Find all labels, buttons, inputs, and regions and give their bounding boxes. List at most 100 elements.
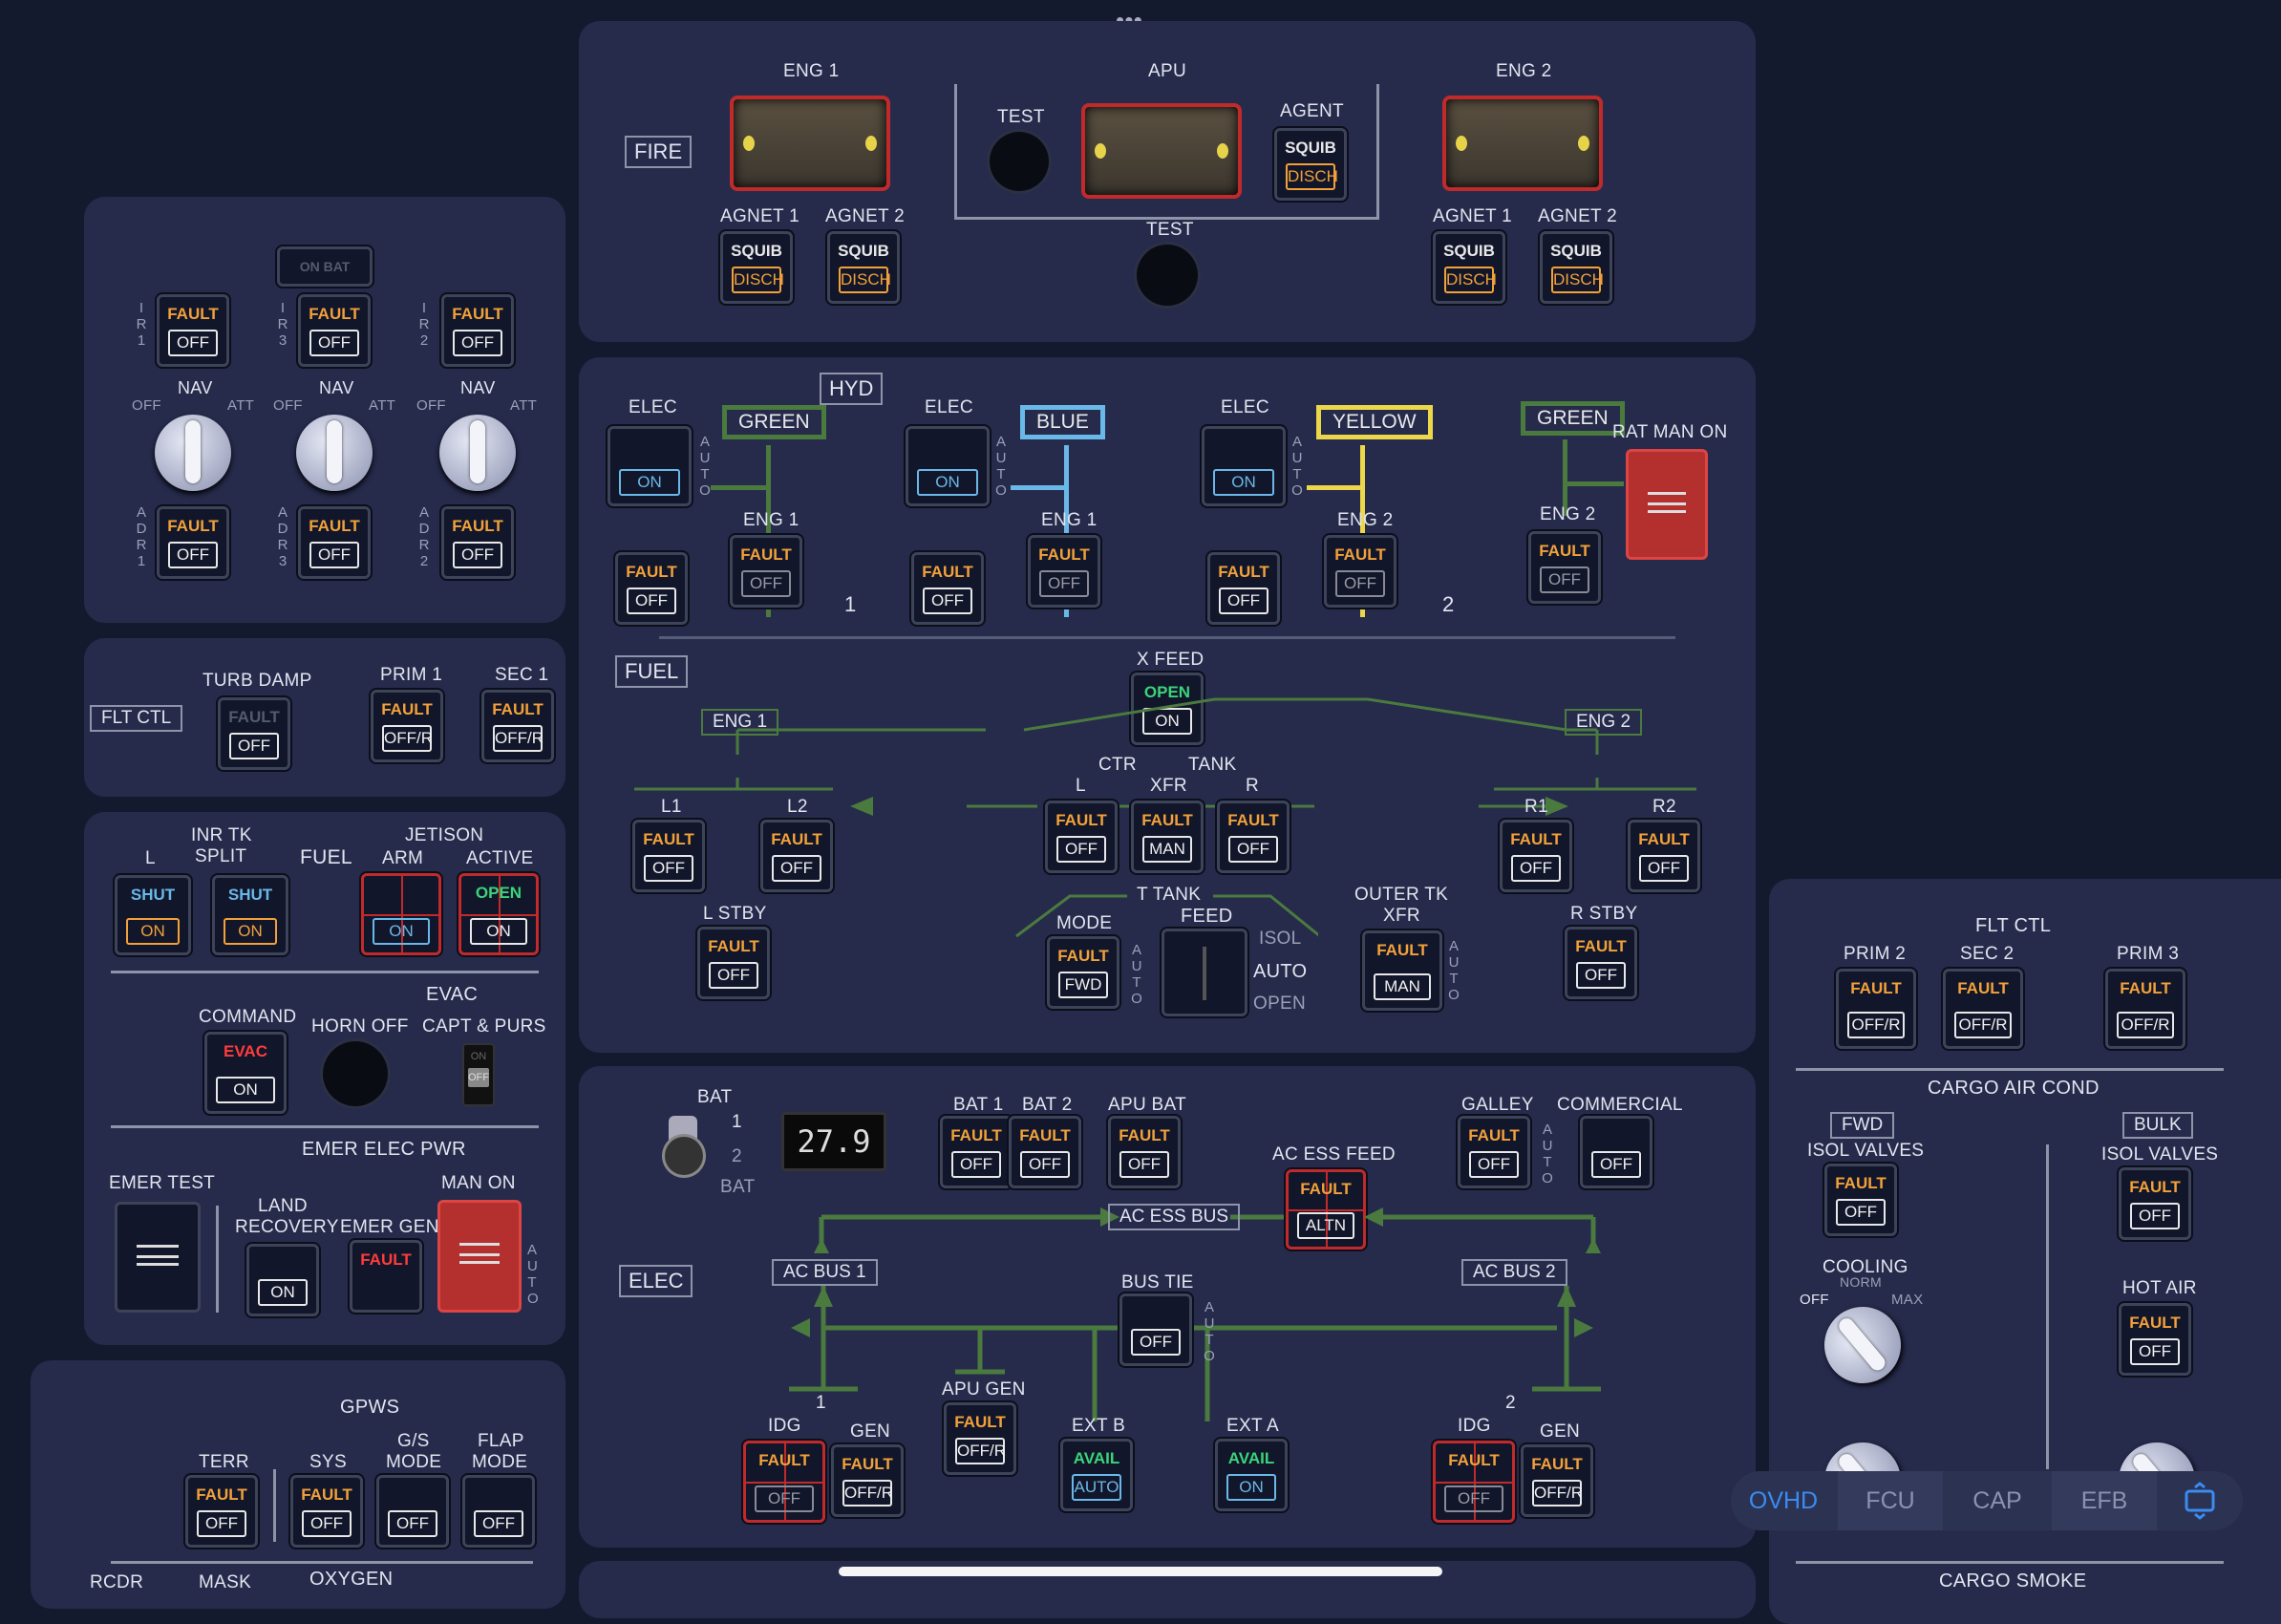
eng1-agent1-button[interactable]: SQUIB DISCH <box>720 231 793 304</box>
off-text: OFF <box>951 1151 1001 1178</box>
ir3-mode-selector-knob[interactable] <box>296 415 373 491</box>
hot-air-button[interactable]: FAULT OFF <box>2119 1303 2191 1376</box>
hyd-elec-green-fault-button[interactable]: FAULT OFF <box>615 552 688 625</box>
squib-text: SQUIB <box>1443 242 1495 260</box>
fuel-l2-button[interactable]: FAULT OFF <box>760 820 833 892</box>
gpws-gs-mode-button[interactable]: OFF <box>376 1475 449 1548</box>
divider-8 <box>1796 1561 2224 1564</box>
tab-cap[interactable]: CAP <box>1945 1471 2050 1530</box>
jetison-arm-button[interactable]: ON <box>361 873 441 955</box>
ext-a-button[interactable]: AVAIL ON <box>1215 1439 1288 1511</box>
divider-4 <box>273 1469 276 1542</box>
tab-efb[interactable]: EFB <box>2052 1471 2157 1530</box>
hyd-elec-yellow-fault-button[interactable]: FAULT OFF <box>1207 552 1280 625</box>
apu-test-button[interactable] <box>990 132 1049 191</box>
ir2-mode-selector-knob[interactable] <box>439 415 516 491</box>
eng1-agent2-button[interactable]: SQUIB DISCH <box>827 231 900 304</box>
ir1-button[interactable]: FAULT OFF <box>157 294 229 367</box>
fuel-ctr-l-button[interactable]: FAULT OFF <box>1045 801 1118 873</box>
fuel-r1-button[interactable]: FAULT OFF <box>1500 820 1572 892</box>
hyd-elec-blue-fault-button[interactable]: FAULT OFF <box>911 552 984 625</box>
apu-bat-button[interactable]: FAULT OFF <box>1108 1116 1181 1188</box>
idg1-button[interactable]: FAULT OFF <box>743 1441 825 1523</box>
bat2-button[interactable]: FAULT OFF <box>1009 1116 1081 1188</box>
fwd-text: FWD <box>1058 972 1108 998</box>
prim3-button[interactable]: FAULT OFF/R <box>2105 969 2185 1049</box>
hyd-elec-blue-button[interactable]: ON <box>906 426 990 506</box>
fuel-r-stby-button[interactable]: FAULT OFF <box>1565 927 1637 999</box>
prim2-button[interactable]: FAULT OFF/R <box>1836 969 1916 1049</box>
apu-gen-button[interactable]: FAULT OFF/R <box>944 1402 1016 1475</box>
land-recovery-button[interactable]: ON <box>246 1244 319 1316</box>
tab-fcu[interactable]: FCU <box>1838 1471 1943 1530</box>
horn-off-button[interactable] <box>323 1041 388 1106</box>
squib-text: SQUIB <box>1550 242 1602 260</box>
gpws-terr-button[interactable]: FAULT OFF <box>185 1475 258 1548</box>
bus-tie-button[interactable]: OFF <box>1119 1293 1192 1366</box>
eng2-agent1-button[interactable]: SQUIB DISCH <box>1433 231 1505 304</box>
ext-b-button[interactable]: AVAIL AUTO <box>1060 1439 1133 1511</box>
jetison-active-button[interactable]: OPEN ON <box>458 873 539 955</box>
eng2-fire-handle[interactable] <box>1442 96 1603 191</box>
adr1-button[interactable]: FAULT OFF <box>157 506 229 579</box>
bat1-button[interactable]: FAULT OFF <box>940 1116 1013 1188</box>
fuel-ctr-xfr-button[interactable]: FAULT MAN <box>1131 801 1204 873</box>
eng2-agent2-button[interactable]: SQUIB DISCH <box>1540 231 1612 304</box>
hyd-elec-yellow-button[interactable]: ON <box>1202 426 1286 506</box>
home-indicator[interactable] <box>839 1567 1442 1576</box>
hyd-elec-green-button[interactable]: ON <box>608 426 692 506</box>
fuel-r2-button[interactable]: FAULT OFF <box>1628 820 1700 892</box>
off-text: OFF <box>453 542 502 568</box>
gpws-title: GPWS <box>340 1397 400 1418</box>
inr-tk-split-button[interactable]: SHUT ON <box>212 875 288 955</box>
adr3-label: ADR3 <box>277 504 288 569</box>
emer-test-button[interactable] <box>115 1202 201 1313</box>
fuel-l1-button[interactable]: FAULT OFF <box>632 820 705 892</box>
inr-tk-l-button[interactable]: SHUT ON <box>115 875 191 955</box>
evac-command-button[interactable]: EVAC ON <box>204 1032 287 1114</box>
adr3-button[interactable]: FAULT OFF <box>298 506 371 579</box>
bulk-isol-valves-button[interactable]: FAULT OFF <box>2119 1167 2191 1240</box>
gen1-button[interactable]: FAULT OFF/R <box>831 1444 904 1517</box>
fwd-isol-valves-button[interactable]: FAULT OFF <box>1824 1164 1897 1236</box>
idg2-button[interactable]: FAULT OFF <box>1433 1441 1515 1523</box>
panel-tab-bar: OVHD FCU CAP EFB <box>1731 1471 2243 1530</box>
apu-agent-button[interactable]: SQUIB DISCH <box>1274 128 1347 201</box>
capt-purs-switch[interactable]: ON OFF <box>462 1043 495 1106</box>
t-tank-feed-selector[interactable] <box>1162 929 1247 1016</box>
gs-label: G/S <box>397 1431 430 1451</box>
adr2-button[interactable]: FAULT OFF <box>441 506 514 579</box>
fuel-l-stby-button[interactable]: FAULT OFF <box>697 927 770 999</box>
tab-ovhd[interactable]: OVHD <box>1731 1471 1836 1530</box>
commercial-button[interactable]: OFF <box>1580 1116 1652 1188</box>
sec2-button[interactable]: FAULT OFF/R <box>1943 969 2023 1049</box>
outer-tk-xfr-button[interactable]: FAULT MAN <box>1362 930 1442 1011</box>
sec1-button[interactable]: FAULT OFF/R <box>481 690 554 762</box>
apu-fire-handle[interactable] <box>1081 103 1242 199</box>
hyd-eng1-green-button[interactable]: FAULT OFF <box>730 535 802 608</box>
off-text: OFF <box>627 588 676 614</box>
eng-test-button[interactable] <box>1137 245 1198 306</box>
turb-damp-button[interactable]: FAULT OFF <box>218 697 290 770</box>
gen2-button[interactable]: FAULT OFF/R <box>1521 1444 1593 1517</box>
rat-man-on-button[interactable] <box>1626 449 1708 560</box>
hyd-eng1-blue-button[interactable]: FAULT OFF <box>1028 535 1100 608</box>
galley-button[interactable]: FAULT OFF <box>1458 1116 1530 1188</box>
emer-man-on-button[interactable] <box>437 1200 522 1313</box>
expand-icon[interactable] <box>2157 1471 2243 1530</box>
eng1-fire-handle[interactable] <box>730 96 890 191</box>
hyd-eng2-yellow-button[interactable]: FAULT OFF <box>1324 535 1396 608</box>
ir1-mode-selector-knob[interactable] <box>155 415 231 491</box>
arm-label: ARM <box>382 848 424 868</box>
t-tank-mode-button[interactable]: FAULT FWD <box>1047 936 1119 1009</box>
bat-1-label: 1 <box>732 1112 742 1132</box>
prim1-button[interactable]: FAULT OFF/R <box>371 690 443 762</box>
gpws-sys-button[interactable]: FAULT OFF <box>290 1475 363 1548</box>
bat-selector-switch[interactable] <box>665 1116 713 1179</box>
gpws-flap-mode-button[interactable]: OFF <box>462 1475 535 1548</box>
hyd-eng2-green-button[interactable]: FAULT OFF <box>1528 531 1601 604</box>
ir2-button[interactable]: FAULT OFF <box>441 294 514 367</box>
fuel-ctr-r-button[interactable]: FAULT OFF <box>1217 801 1290 873</box>
ir3-button[interactable]: FAULT OFF <box>298 294 371 367</box>
on-bat-text: ON BAT <box>299 259 351 274</box>
